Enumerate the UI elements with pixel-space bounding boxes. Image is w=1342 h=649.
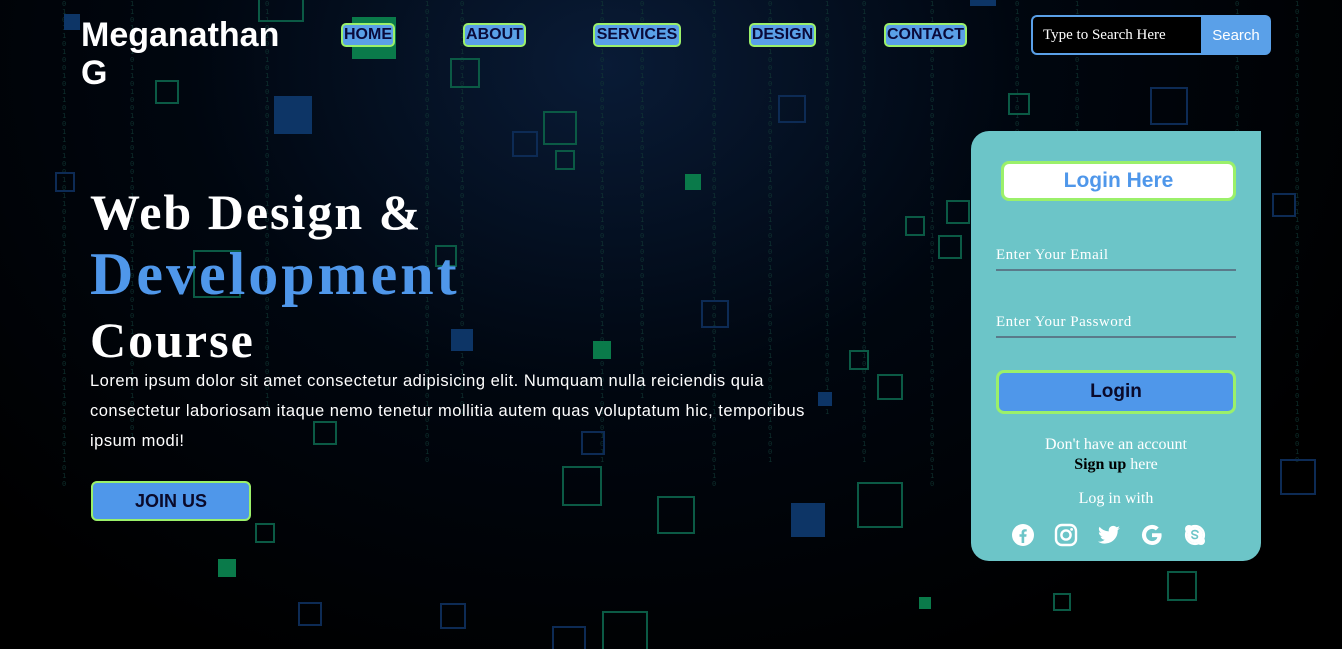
nav-design[interactable]: DESIGN (749, 23, 816, 47)
log-in-with-text: Log in with (1078, 490, 1154, 507)
hero-title-line2: Development (90, 241, 460, 307)
nav-about[interactable]: ABOUT (463, 23, 526, 47)
hero-title-line1: Web Design & (90, 184, 423, 240)
no-account-text: Don't have an account (1045, 436, 1187, 453)
hero-title-line3: Course (90, 312, 255, 368)
join-us-button[interactable]: JOIN US (91, 481, 251, 521)
google-icon[interactable] (1140, 523, 1164, 547)
login-card: Login Here Login Don't have an account S… (971, 131, 1261, 561)
email-field[interactable] (996, 241, 1236, 271)
password-field[interactable] (996, 308, 1236, 338)
signup-link[interactable]: Sign up (1074, 456, 1126, 473)
search-button[interactable]: Search (1201, 15, 1271, 55)
skype-icon[interactable] (1183, 523, 1207, 547)
signup-prompt: Don't have an account Sign up here (971, 435, 1261, 475)
signup-line: Sign up here (971, 455, 1261, 475)
search-bar: Search (1031, 15, 1271, 55)
social-login-icons (1011, 523, 1221, 549)
signup-here-text: here (1126, 456, 1158, 473)
search-input[interactable] (1031, 15, 1201, 55)
facebook-icon[interactable] (1011, 523, 1035, 547)
site-logo[interactable]: Meganathan G (81, 16, 296, 92)
twitter-icon[interactable] (1097, 523, 1121, 547)
nav-contact[interactable]: CONTACT (884, 23, 967, 47)
nav-services[interactable]: SERVICES (593, 23, 681, 47)
login-title: Login Here (1001, 161, 1236, 201)
login-button[interactable]: Login (996, 370, 1236, 414)
instagram-icon[interactable] (1054, 523, 1078, 547)
nav-home[interactable]: HOME (341, 23, 395, 47)
hero-paragraph: Lorem ipsum dolor sit amet consectetur a… (90, 372, 805, 450)
